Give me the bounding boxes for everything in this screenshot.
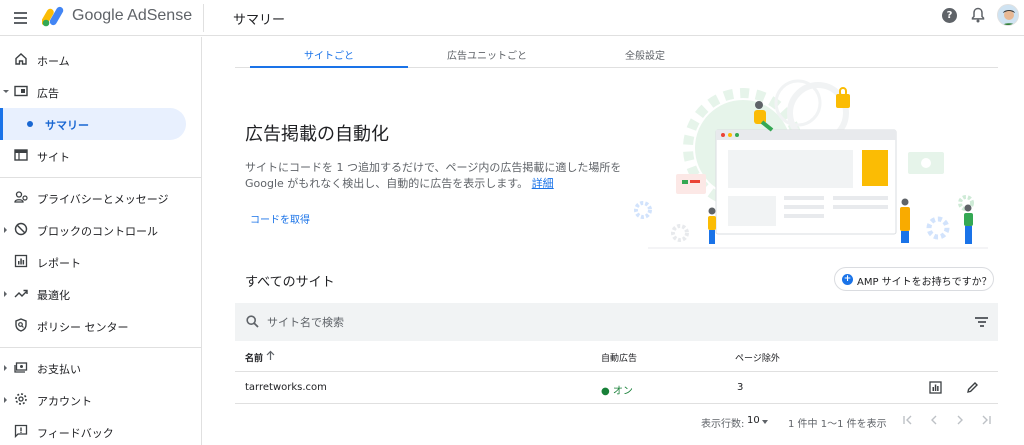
hero-desc-line1: サイトにコードを 1 つ追加するだけで、ページ内の広告掲載に適した場所を <box>245 161 622 174</box>
sidebar-item-reports[interactable]: レポート <box>0 246 202 278</box>
previous-page-icon[interactable] <box>927 413 941 427</box>
search-icon <box>246 315 259 328</box>
last-page-icon[interactable] <box>979 413 993 427</box>
avatar[interactable] <box>997 4 1019 26</box>
sidebar-item-privacy-messaging[interactable]: プライバシーとメッセージ <box>0 182 202 214</box>
hero-desc-line2: Google がもれなく検出し、自動的に広告を表示します。 <box>245 177 529 190</box>
privacy-person-icon <box>14 191 28 203</box>
sidebar-item-label: 最適化 <box>37 289 70 302</box>
next-page-icon[interactable] <box>953 413 967 427</box>
block-icon <box>14 222 28 236</box>
sidebar-item-account[interactable]: アカウント <box>0 384 202 416</box>
sidebar-item-feedback[interactable]: フィードバック <box>0 416 202 445</box>
tab-general-settings[interactable]: 全般設定 <box>566 37 724 68</box>
sidebar-item-label: プライバシーとメッセージ <box>37 193 169 206</box>
feedback-icon <box>14 424 28 438</box>
sidebar-item-label: レポート <box>37 257 81 270</box>
policy-shield-icon <box>15 318 27 332</box>
home-icon <box>15 53 27 65</box>
trending-up-icon <box>14 289 28 298</box>
sidebar-item-label: ポリシー センター <box>37 321 129 334</box>
column-header-name[interactable]: 名前 <box>245 351 263 364</box>
settings-gear-icon <box>15 393 27 405</box>
sidebar-divider <box>0 347 202 348</box>
sidebar-item-policy-center[interactable]: ポリシー センター <box>0 310 202 342</box>
sidebar-item-sites[interactable]: サイト <box>0 140 202 172</box>
tab-indicator <box>250 66 408 68</box>
amp-sites-button[interactable]: + AMP サイトをお持ちですか？ <box>834 267 994 291</box>
search-bar <box>235 303 998 341</box>
sidebar-item-home[interactable]: ホーム <box>0 44 202 76</box>
chevron-right-icon <box>4 397 7 403</box>
sidebar-item-summary[interactable]: サマリー <box>0 108 186 140</box>
column-header-auto-ads: 自動広告 <box>601 354 638 364</box>
sidebar-item-label: ブロックのコントロール <box>37 225 158 238</box>
tab-by-ad-unit[interactable]: 広告ユニットごと <box>408 37 566 68</box>
pagination: 表示行数: 10 1 件中 1〜1 件を表示 <box>235 404 998 438</box>
active-indicator <box>0 108 3 140</box>
help-icon[interactable]: ? <box>942 8 957 23</box>
sidebar: ホーム 広告 サマリー サイト プライバシーとメッセージ ブロックのコントロール… <box>0 37 202 445</box>
auto-ads-status: ● オン <box>601 386 633 397</box>
sidebar-item-blocking-controls[interactable]: ブロックのコントロール <box>0 214 202 246</box>
sites-icon <box>14 149 28 161</box>
active-dot-icon <box>27 121 33 127</box>
sidebar-item-label: サイト <box>37 151 70 164</box>
first-page-icon[interactable] <box>901 413 915 427</box>
site-name[interactable]: tarretworks.com <box>245 382 327 393</box>
sidebar-item-payments[interactable]: お支払い <box>0 352 202 384</box>
hero-title: 広告掲載の自動化 <box>245 124 389 145</box>
arrow-up-icon[interactable] <box>266 350 275 361</box>
report-icon <box>14 254 28 268</box>
auto-ads-illustration <box>634 79 988 249</box>
rows-per-page-select[interactable]: 10 <box>747 415 760 426</box>
all-sites-title: すべてのサイト <box>245 275 335 290</box>
payments-icon <box>14 362 28 373</box>
sidebar-item-ads[interactable]: 広告 <box>0 76 202 108</box>
header-divider <box>203 4 204 32</box>
sidebar-item-label: 広告 <box>37 87 59 100</box>
chevron-down-icon <box>3 90 9 93</box>
edit-pencil-icon[interactable] <box>966 381 979 394</box>
add-circle-icon: + <box>842 274 853 285</box>
notifications-bell-icon[interactable] <box>971 7 985 23</box>
site-search-input[interactable] <box>267 313 867 331</box>
sidebar-item-label: お支払い <box>37 363 81 376</box>
rows-per-page-label: 表示行数: <box>701 419 745 430</box>
tab-by-site[interactable]: サイトごと <box>250 37 408 68</box>
sidebar-divider <box>0 177 202 178</box>
sidebar-item-label: ホーム <box>37 55 70 68</box>
sidebar-item-label: アカウント <box>37 395 92 408</box>
report-icon[interactable] <box>929 381 942 394</box>
adsense-logo-icon <box>42 6 64 27</box>
page-title: サマリー <box>233 13 286 28</box>
chevron-right-icon <box>4 365 7 371</box>
filter-list-icon[interactable] <box>975 317 988 327</box>
excluded-pages-count: 3 <box>737 382 744 393</box>
top-app-bar: Google AdSense サマリー ? <box>0 0 1024 36</box>
table-row: tarretworks.com ● オン 3 <box>235 372 998 404</box>
app-brand: Google AdSense <box>72 7 193 24</box>
tab-bar: サイトごと 広告ユニットごと 全般設定 <box>235 37 998 68</box>
table-header: 名前 自動広告 ページ除外 <box>235 341 998 372</box>
hero-description: サイトにコードを 1 つ追加するだけで、ページ内の広告掲載に適した場所を Goo… <box>245 160 625 192</box>
chevron-right-icon <box>4 227 7 233</box>
sidebar-item-optimization[interactable]: 最適化 <box>0 278 202 310</box>
dropdown-arrow-icon[interactable] <box>762 420 768 424</box>
ads-icon <box>14 85 28 97</box>
pagination-range: 1 件中 1〜1 件を表示 <box>788 419 887 430</box>
get-code-button[interactable]: コードを取得 <box>250 211 310 226</box>
sidebar-item-label: フィードバック <box>37 427 114 440</box>
menu-icon[interactable] <box>8 6 32 30</box>
sidebar-item-label: サマリー <box>45 119 89 132</box>
chevron-right-icon <box>4 291 7 297</box>
column-header-excluded-pages: ページ除外 <box>735 354 780 364</box>
amp-button-label: AMP サイトをお持ちですか？ <box>857 277 992 288</box>
details-link[interactable]: 詳細 <box>532 177 554 190</box>
